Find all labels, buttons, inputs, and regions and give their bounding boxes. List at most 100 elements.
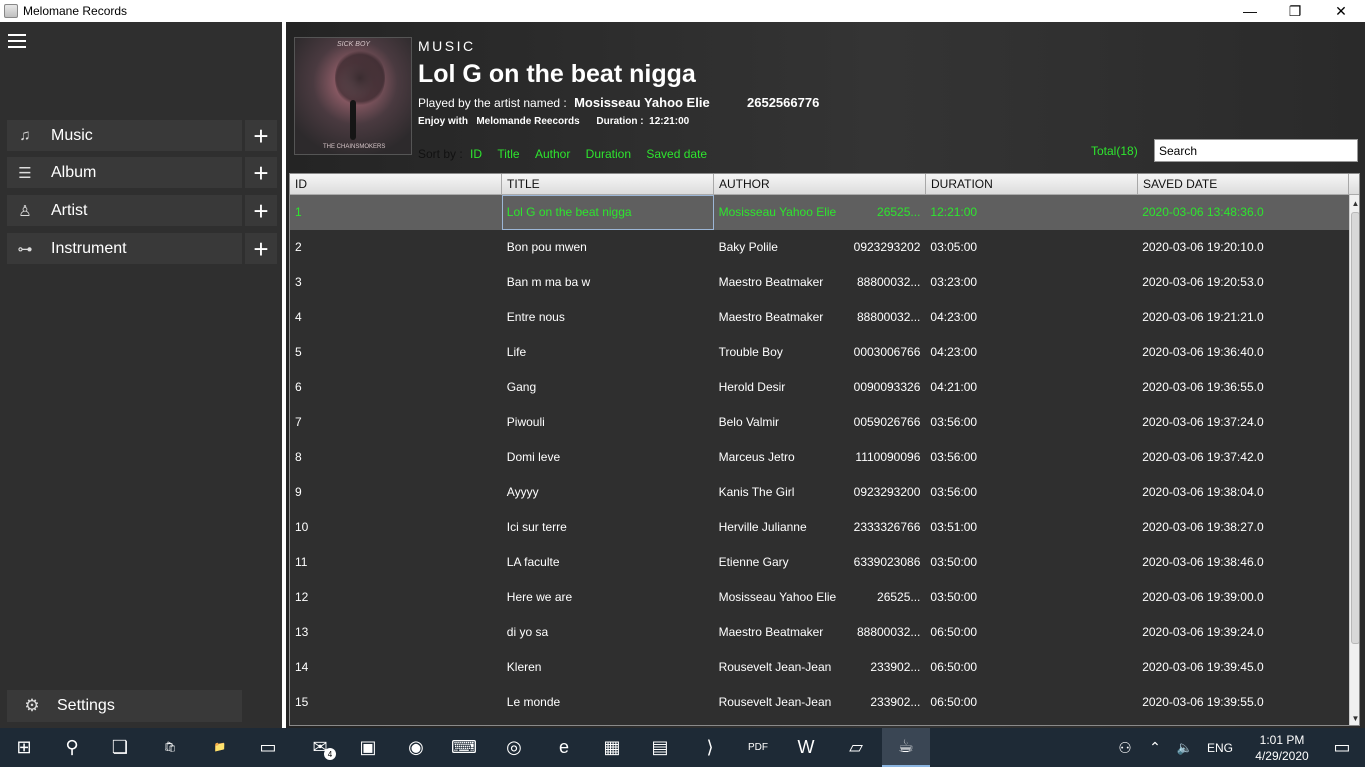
cell-author[interactable]: Herville Julianne 2333326766 [714, 510, 926, 545]
cell-author[interactable]: Maestro Beatmaker 88800032... [714, 265, 926, 300]
cell-author[interactable]: Maestro Beatmaker 88800032... [714, 300, 926, 335]
cell-title[interactable]: Le monde [502, 685, 714, 720]
sort-saved-date[interactable]: Saved date [646, 147, 707, 161]
cell-title[interactable]: Ban m ma ba w [502, 265, 714, 300]
cell-saved-date[interactable]: 2020-03-06 19:39:24.0 [1137, 615, 1349, 650]
taskbar-store-button[interactable]: 🛍 [146, 728, 194, 767]
taskbar-task-view-button[interactable]: ❏ [96, 728, 144, 767]
taskbar-file-explorer-button[interactable]: 📁 [196, 728, 244, 767]
cell-saved-date[interactable]: 2020-03-06 19:38:27.0 [1137, 510, 1349, 545]
table-row[interactable]: 1 Lol G on the beat nigga Mosisseau Yahoo … [290, 195, 1349, 230]
restore-button[interactable]: ❐ [1272, 0, 1318, 22]
cell-id[interactable]: 4 [290, 300, 502, 335]
taskbar-mail-button[interactable]: ✉ 4 [296, 728, 344, 767]
cell-id[interactable]: 15 [290, 685, 502, 720]
sidebar-item-album[interactable]: ☰ Album [7, 157, 242, 188]
cell-duration[interactable]: 03:50:00 [925, 545, 1137, 580]
cell-duration[interactable]: 04:23:00 [925, 300, 1137, 335]
cell-title[interactable]: Lol G on the beat nigga [501, 195, 714, 230]
vertical-scrollbar[interactable]: ▲ ▼ [1349, 195, 1359, 725]
minimize-button[interactable]: — [1227, 0, 1273, 22]
taskbar-vscode-button[interactable]: ⟩ [686, 728, 734, 767]
cell-title[interactable]: Here we are [502, 580, 714, 615]
column-header-title[interactable]: TITLE [502, 174, 714, 195]
cell-duration[interactable]: 03:23:00 [925, 265, 1137, 300]
close-button[interactable]: ✕ [1318, 0, 1364, 22]
cell-id[interactable]: 14 [290, 650, 502, 685]
column-header-author[interactable]: AUTHOR [714, 174, 926, 195]
column-header-duration[interactable]: DURATION [926, 174, 1138, 195]
cell-author[interactable]: Marceus Jetro 1110090096 [714, 440, 926, 475]
sort-id[interactable]: ID [470, 147, 482, 161]
cell-duration[interactable]: 03:56:00 [925, 405, 1137, 440]
cell-author[interactable]: Rousevelt Jean-Jean 233902... [714, 685, 926, 720]
cell-author[interactable]: Belo Valmir 0059026766 [714, 405, 926, 440]
chevron-up-icon[interactable]: ⌃ [1140, 739, 1170, 756]
cell-author[interactable]: Mosisseau Yahoo Elie 26525... [714, 195, 926, 230]
cell-saved-date[interactable]: 2020-03-06 19:36:40.0 [1137, 335, 1349, 370]
table-row[interactable]: 14 Kleren Rousevelt Jean-Jean 233902... 06:5… [290, 650, 1349, 685]
sort-title[interactable]: Title [497, 147, 519, 161]
cell-saved-date[interactable]: 2020-03-06 19:36:55.0 [1137, 370, 1349, 405]
scroll-thumb[interactable] [1351, 212, 1359, 644]
taskbar-calculator-button[interactable]: ▦ [588, 728, 636, 767]
cell-title[interactable]: LA faculte [502, 545, 714, 580]
cell-id[interactable]: 9 [290, 475, 502, 510]
cell-saved-date[interactable]: 2020-03-06 19:20:10.0 [1137, 230, 1349, 265]
cell-author[interactable]: Rousevelt Jean-Jean 233902... [714, 650, 926, 685]
taskbar-start-button[interactable]: ⊞ [0, 728, 48, 767]
cell-duration[interactable]: 03:56:00 [925, 440, 1137, 475]
cell-duration[interactable]: 04:23:00 [925, 335, 1137, 370]
cell-duration[interactable]: 06:50:00 [925, 685, 1137, 720]
cell-author[interactable]: Etienne Gary 6339023086 [714, 545, 926, 580]
cell-title[interactable]: Piwouli [502, 405, 714, 440]
cell-duration[interactable]: 03:51:00 [925, 510, 1137, 545]
add-artist-button[interactable]: + [245, 195, 277, 226]
cell-id[interactable]: 11 [290, 545, 502, 580]
cell-saved-date[interactable]: 2020-03-06 19:39:45.0 [1137, 650, 1349, 685]
taskbar-java-button[interactable]: ☕ [882, 728, 930, 767]
cell-saved-date[interactable]: 2020-03-06 19:38:46.0 [1137, 545, 1349, 580]
cell-title[interactable]: Bon pou mwen [502, 230, 714, 265]
people-icon[interactable]: ⚇ [1110, 739, 1140, 757]
cell-author[interactable]: Kanis The Girl 0923293200 [714, 475, 926, 510]
taskbar-pdf-button[interactable]: PDF [734, 728, 782, 767]
add-music-button[interactable]: + [245, 120, 277, 151]
cell-saved-date[interactable]: 2020-03-06 19:39:00.0 [1137, 580, 1349, 615]
sidebar-item-instrument[interactable]: ⊶ Instrument [7, 233, 242, 264]
column-header-saved-date[interactable]: SAVED DATE [1138, 174, 1349, 195]
taskbar-terminal-button[interactable]: ▭ [244, 728, 292, 767]
cell-author[interactable]: Mosisseau Yahoo Elie 26525... [714, 580, 926, 615]
cell-duration[interactable]: 06:50:00 [925, 615, 1137, 650]
cell-duration[interactable]: 04:21:00 [925, 370, 1137, 405]
cell-id[interactable]: 13 [290, 615, 502, 650]
cell-id[interactable]: 1 [290, 195, 502, 230]
cell-id[interactable]: 6 [290, 370, 502, 405]
sort-author[interactable]: Author [535, 147, 570, 161]
cell-duration[interactable]: 12:21:00 [925, 195, 1137, 230]
taskbar-books-button[interactable]: ▤ [636, 728, 684, 767]
taskbar-app-button[interactable]: ▣ [344, 728, 392, 767]
table-row[interactable]: 5 Life Trouble Boy 0003006766 04:23:00 2020-0… [290, 335, 1349, 370]
table-row[interactable]: 4 Entre nous Maestro Beatmaker 88800032... 0… [290, 300, 1349, 335]
cell-id[interactable]: 2 [290, 230, 502, 265]
scroll-down-icon[interactable]: ▼ [1350, 711, 1359, 725]
cell-duration[interactable]: 03:50:00 [925, 580, 1137, 615]
cell-saved-date[interactable]: 2020-03-06 19:38:04.0 [1137, 475, 1349, 510]
search-input[interactable] [1154, 139, 1358, 162]
table-row[interactable]: 7 Piwouli Belo Valmir 0059026766 03:56:00 202… [290, 405, 1349, 440]
cell-id[interactable]: 8 [290, 440, 502, 475]
cell-id[interactable]: 7 [290, 405, 502, 440]
table-row[interactable]: 12 Here we are Mosisseau Yahoo Elie 26525..… [290, 580, 1349, 615]
taskbar-search-button[interactable]: ⚲ [48, 728, 96, 767]
table-row[interactable]: 2 Bon pou mwen Baky Polile 0923293202 03:05:… [290, 230, 1349, 265]
cell-author[interactable]: Baky Polile 0923293202 [714, 230, 926, 265]
sidebar-item-music[interactable]: ♫ Music [7, 120, 242, 151]
cell-saved-date[interactable]: 2020-03-06 19:21:21.0 [1137, 300, 1349, 335]
cell-saved-date[interactable]: 2020-03-06 19:37:24.0 [1137, 405, 1349, 440]
sidebar-item-artist[interactable]: ♙ Artist [7, 195, 242, 226]
table-row[interactable]: 13 di yo sa Maestro Beatmaker 88800032... 06… [290, 615, 1349, 650]
cell-duration[interactable]: 03:05:00 [925, 230, 1137, 265]
cell-author[interactable]: Trouble Boy 0003006766 [714, 335, 926, 370]
taskbar-word-button[interactable]: W [782, 728, 830, 767]
